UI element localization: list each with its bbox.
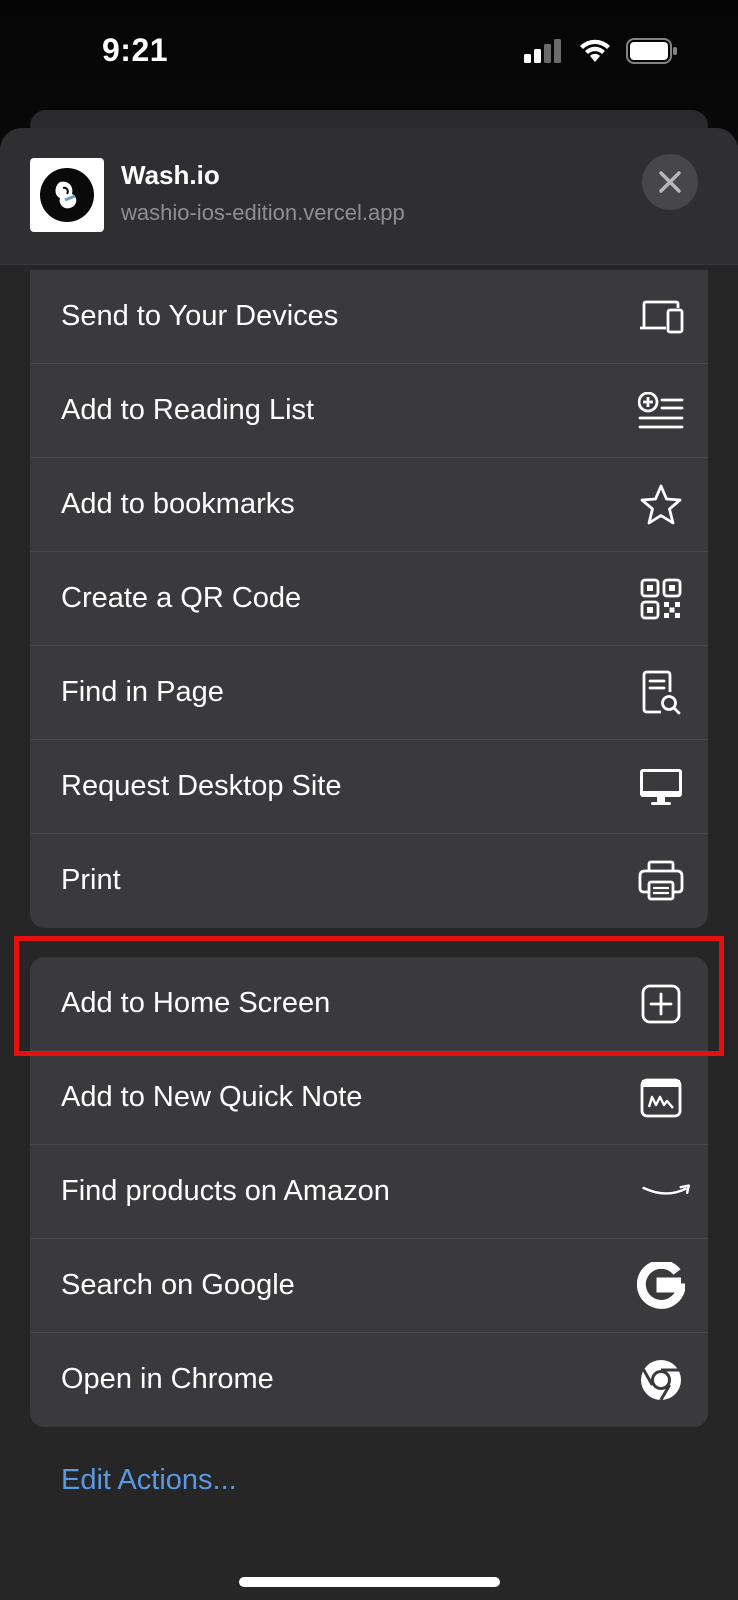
google-icon	[636, 1261, 686, 1311]
action-label: Add to New Quick Note	[61, 1081, 363, 1113]
action-add-to-home-screen[interactable]: Add to Home Screen	[30, 957, 708, 1051]
app-url: washio-ios-edition.vercel.app	[121, 200, 405, 225]
action-label: Create a QR Code	[61, 582, 302, 614]
action-print[interactable]: Print	[30, 834, 708, 928]
action-add-quick-note[interactable]: Add to New Quick Note	[30, 1051, 708, 1145]
share-sheet-screen: 9:21 Wash.io washio-ios-edition.vercel.a…	[0, 0, 738, 1600]
close-button[interactable]	[642, 154, 698, 210]
action-label: Search on Google	[61, 1269, 295, 1301]
action-label: Add to Home Screen	[61, 987, 331, 1019]
action-find-in-page[interactable]: Find in Page	[30, 646, 708, 740]
action-create-qr-code[interactable]: Create a QR Code	[30, 552, 708, 646]
status-bar: 9:21	[0, 0, 738, 100]
action-add-bookmarks[interactable]: Add to bookmarks	[30, 458, 708, 552]
action-request-desktop-site[interactable]: Request Desktop Site	[30, 740, 708, 834]
app-title: Wash.io	[121, 160, 220, 190]
actions-group-primary: Send to Your Devices Add to Reading List	[30, 270, 708, 928]
action-label: Find in Page	[61, 676, 224, 708]
status-icons	[524, 38, 678, 69]
quick-note-icon	[636, 1073, 686, 1123]
cellular-signal-icon	[524, 39, 564, 68]
desktop-icon	[636, 762, 686, 812]
wifi-icon	[578, 38, 612, 69]
status-time: 9:21	[102, 32, 169, 68]
action-find-products-amazon[interactable]: Find products on Amazon	[30, 1145, 708, 1239]
action-label: Print	[61, 864, 121, 896]
amazon-icon	[642, 1167, 692, 1217]
action-label: Open in Chrome	[61, 1363, 274, 1395]
action-label: Add to bookmarks	[61, 488, 295, 520]
battery-icon	[626, 38, 678, 69]
chrome-icon	[636, 1355, 686, 1405]
action-open-in-chrome[interactable]: Open in Chrome	[30, 1333, 708, 1427]
action-send-to-devices[interactable]: Send to Your Devices	[30, 270, 708, 364]
qr-code-icon	[636, 574, 686, 624]
home-indicator[interactable]	[239, 1577, 500, 1587]
close-icon	[659, 171, 681, 193]
sheet-header: Wash.io washio-ios-edition.vercel.app	[0, 128, 738, 265]
find-in-page-icon	[636, 668, 686, 718]
devices-icon	[636, 292, 686, 342]
actions-group-secondary: Add to Home Screen Add to New Quick Note…	[30, 957, 708, 1427]
action-label: Add to Reading List	[61, 394, 315, 426]
app-thumbnail	[30, 158, 104, 232]
action-add-reading-list[interactable]: Add to Reading List	[30, 364, 708, 458]
action-search-google[interactable]: Search on Google	[30, 1239, 708, 1333]
star-icon	[636, 480, 686, 530]
reading-list-icon	[636, 386, 686, 436]
washio-logo-icon	[40, 168, 94, 222]
action-label: Request Desktop Site	[61, 770, 342, 802]
add-square-icon	[636, 979, 686, 1029]
edit-actions-link[interactable]: Edit Actions...	[61, 1464, 237, 1497]
printer-icon	[636, 856, 686, 906]
action-label: Send to Your Devices	[61, 300, 339, 332]
action-label: Find products on Amazon	[61, 1175, 390, 1207]
